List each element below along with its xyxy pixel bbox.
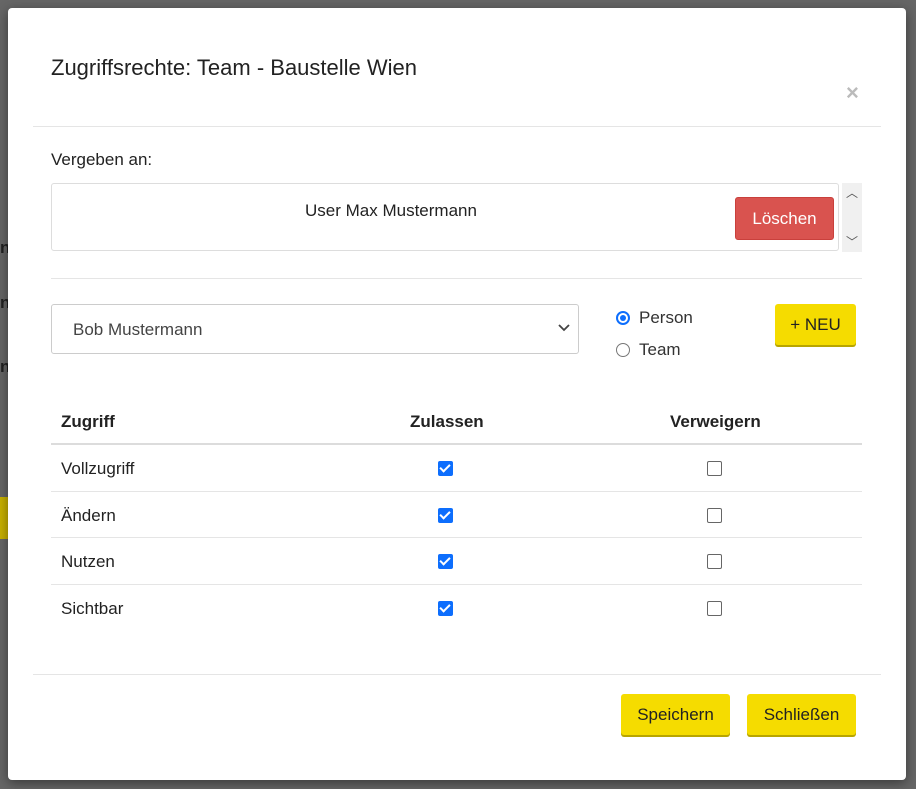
allow-checkbox-visible[interactable] <box>438 601 453 616</box>
access-rights-dialog: Zugriffsrechte: Team - Baustelle Wien × … <box>8 8 906 780</box>
allow-checkbox-use[interactable] <box>438 554 453 569</box>
section-divider <box>51 278 862 279</box>
permission-label-full-access: Vollzugriff <box>61 459 135 478</box>
table-row-divider <box>51 584 862 585</box>
permission-label-visible: Sichtbar <box>61 599 124 618</box>
chevron-down-icon <box>558 318 570 341</box>
user-select-value: Bob Mustermann <box>73 320 203 339</box>
background-button-fragment <box>0 497 8 539</box>
radio-team-indicator[interactable] <box>616 343 630 357</box>
new-button[interactable]: + NEU <box>775 304 856 345</box>
close-icon[interactable]: × <box>846 82 859 104</box>
radio-person-indicator[interactable] <box>616 311 630 325</box>
scroll-up-icon[interactable]: ︿ <box>842 185 862 201</box>
assigned-list: User Max Mustermann Löschen <box>51 183 839 251</box>
column-header-access: Zugriff <box>61 412 115 431</box>
radio-team-label: Team <box>639 340 681 359</box>
column-header-deny: Verweigern <box>670 412 761 431</box>
deny-checkbox-full-access[interactable] <box>707 461 722 476</box>
deny-checkbox-modify[interactable] <box>707 508 722 523</box>
assigned-list-scrollbar[interactable]: ︿ ﹀ <box>842 183 862 252</box>
header-divider <box>33 126 881 127</box>
deny-checkbox-visible[interactable] <box>707 601 722 616</box>
table-header-divider <box>51 443 862 445</box>
allow-checkbox-full-access[interactable] <box>438 461 453 476</box>
footer-divider <box>33 674 881 675</box>
assigned-user-name: User Max Mustermann <box>305 201 477 220</box>
permission-label-use: Nutzen <box>61 552 115 571</box>
delete-button[interactable]: Löschen <box>735 197 834 240</box>
scroll-down-icon[interactable]: ﹀ <box>842 234 862 250</box>
close-button[interactable]: Schließen <box>747 694 856 735</box>
column-header-allow: Zulassen <box>410 412 484 431</box>
table-row-divider <box>51 537 862 538</box>
permission-label-modify: Ändern <box>61 506 116 525</box>
user-select[interactable]: Bob Mustermann <box>51 304 579 354</box>
radio-team[interactable]: Team <box>616 340 681 360</box>
dialog-title: Zugriffsrechte: Team - Baustelle Wien <box>51 55 418 80</box>
radio-person[interactable]: Person <box>616 308 693 328</box>
radio-person-label: Person <box>639 308 693 327</box>
save-button[interactable]: Speichern <box>621 694 730 735</box>
deny-checkbox-use[interactable] <box>707 554 722 569</box>
assigned-to-label: Vergeben an: <box>51 150 153 169</box>
allow-checkbox-modify[interactable] <box>438 508 453 523</box>
table-row-divider <box>51 491 862 492</box>
